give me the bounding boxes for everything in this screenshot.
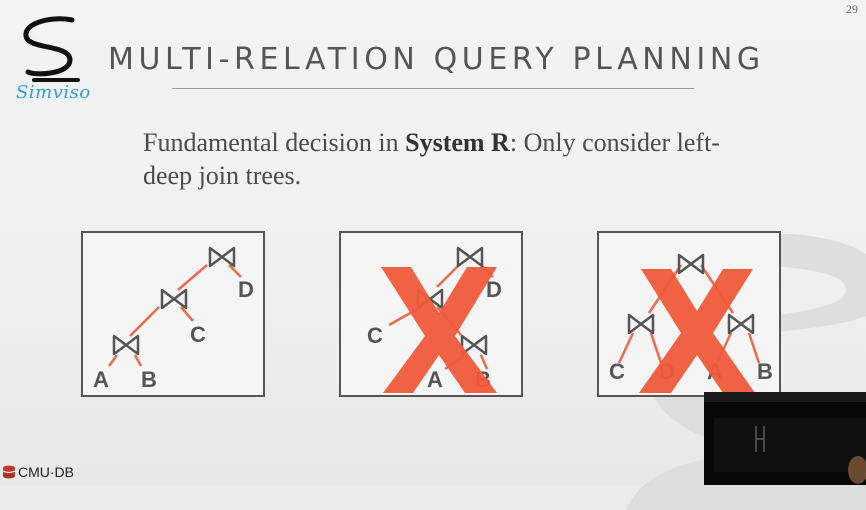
edge-join3-join2 (436, 264, 460, 288)
edge-join1-b (133, 354, 143, 367)
slide-number: 29 (846, 2, 858, 16)
tree-leaf-label: C (367, 323, 383, 348)
edge-join3-d (228, 264, 242, 278)
tree-leaf-label: C (190, 322, 206, 347)
edge-join2-c (180, 306, 194, 322)
join-icon (677, 253, 705, 275)
join-icon (208, 246, 236, 268)
join-icon (112, 334, 140, 356)
tree-leaf-label: C (609, 359, 625, 384)
right-deep-join-tree: C D A B (339, 231, 523, 397)
join-icon (727, 313, 755, 335)
tree-leaf-label: B (141, 367, 157, 392)
tree-leaf-label: A (427, 367, 443, 392)
join-icon (160, 288, 188, 310)
join-icon (627, 313, 655, 335)
database-icon (2, 465, 16, 479)
body-text-intro: Fundamental decision in (143, 128, 406, 157)
slide-title: MULTI-RELATION QUERY PLANNING (108, 42, 765, 77)
body-text-emphasis: System R (405, 128, 510, 157)
red-cross-icon (639, 269, 755, 393)
footer-logo-text: CMU·DB (18, 464, 74, 480)
edge-join2-join1 (129, 306, 160, 337)
cmu-db-footer-logo: CMU·DB (2, 464, 74, 480)
edge-join3-join2 (177, 264, 208, 291)
tree-leaf-label: A (93, 367, 109, 392)
bushy-join-tree: C D A B (597, 231, 781, 397)
left-deep-join-tree: A B C D (81, 231, 265, 397)
title-underline (172, 88, 694, 89)
slide-body-text: Fundamental decision in System R: Only c… (143, 126, 763, 192)
tree-leaf-label: D (238, 277, 254, 302)
edge-join1-a (107, 354, 119, 367)
presentation-slide: 29 Simviso MULTI-RELATION QUERY PLANNING… (0, 0, 866, 510)
tree-leaf-label: B (757, 359, 773, 384)
logo-wordmark: Simviso (16, 82, 91, 103)
join-icon (456, 246, 484, 268)
webcam-video-overlay (704, 392, 866, 485)
